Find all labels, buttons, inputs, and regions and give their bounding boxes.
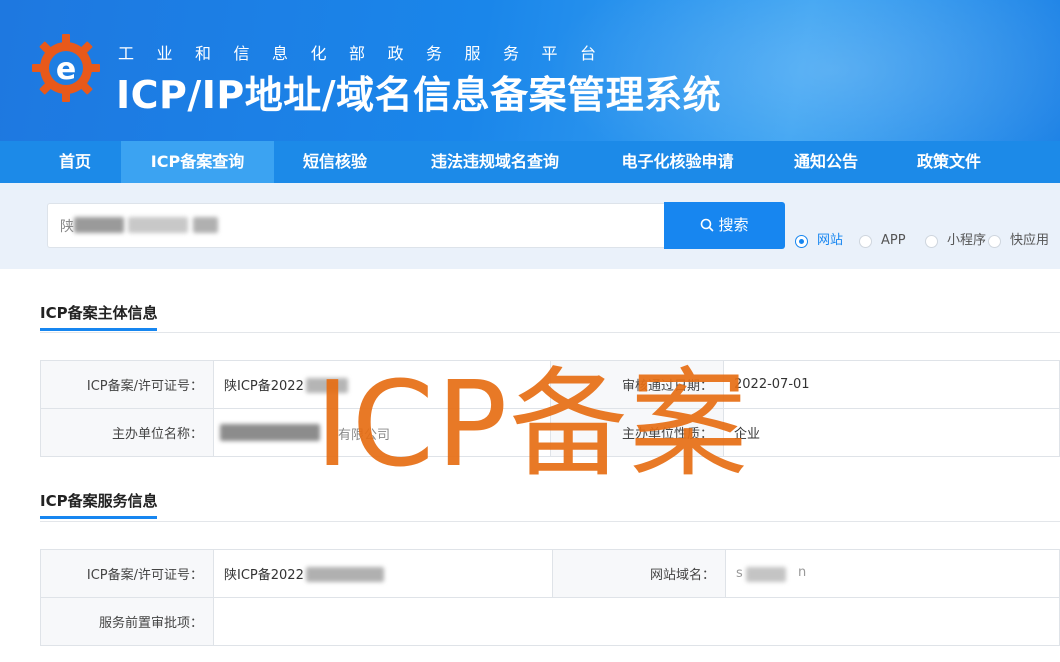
radio-dot-icon [988,235,1001,248]
radio-label: 快应用 [1010,233,1050,248]
radio-dot-icon [795,235,808,248]
search-icon [701,218,714,232]
redacted-text [306,567,384,582]
main-nav: 首页 ICP备案查询 短信核验 违法违规域名查询 电子化核验申请 通知公告 政策… [0,141,1060,183]
radio-label: APP [881,233,906,248]
redacted-text [746,567,786,582]
page-title: ICP/IP地址/域名信息备案管理系统 [116,73,722,117]
table-row: ICP备案/许可证号： 陕ICP备2022 审核通过日期： 2022-07-01 [40,360,1060,409]
section-title-service: ICP备案服务信息 [40,490,158,519]
redacted-text [128,217,188,233]
organizer-type-value: 企业 [723,408,1060,457]
header-subtitle: 工业和信息化部政务服务平台 [118,44,619,63]
service-info-table: ICP备案/许可证号： 陕ICP备2022 网站域名： s n 服务前置审批项： [40,549,1060,646]
label-cell: ICP备案/许可证号： [40,360,214,409]
subject-info-table: ICP备案/许可证号： 陕ICP备2022 审核通过日期： 2022-07-01… [40,360,1060,457]
search-button[interactable]: 搜索 [664,202,785,249]
svg-text:e: e [56,52,76,87]
site-logo-icon: e [32,34,100,102]
section-title-text: ICP备案主体信息 [40,304,158,322]
label-cell: 网站域名： [552,549,726,598]
approval-date-value: 2022-07-01 [723,360,1060,409]
section-divider [40,521,1060,522]
label-cell: 主办单位性质： [550,408,724,457]
label-cell: 主办单位名称： [40,408,214,457]
redacted-text [193,217,218,233]
section-title-underline [40,328,157,331]
approval-items-value [213,597,1060,646]
table-row: ICP备案/许可证号： 陕ICP备2022 网站域名： s n [40,549,1060,598]
section-title-underline [40,516,157,519]
radio-label: 网站 [817,233,844,248]
license-number-value: 陕ICP备2022 [224,568,304,583]
section-title-subject: ICP备案主体信息 [40,302,158,331]
value-cell: 陕ICP备2022 [213,360,551,409]
redacted-text [74,217,124,233]
license-number-value: 陕ICP备2022 [224,379,304,394]
radio-dot-icon [925,235,938,248]
nav-item-home[interactable]: 首页 [40,141,110,183]
value-cell: 有限公司 [213,408,551,457]
nav-item-e-verify-apply[interactable]: 电子化核验申请 [605,141,750,183]
table-row: 服务前置审批项： [40,597,1060,646]
label-cell: ICP备案/许可证号： [40,549,214,598]
section-divider [40,332,1060,333]
value-cell: 陕ICP备2022 [213,549,553,598]
header-banner: e 工业和信息化部政务服务平台 ICP/IP地址/域名信息备案管理系统 [0,0,1060,141]
domain-value-end: n [798,565,807,580]
table-row: 主办单位名称： 有限公司 主办单位性质： 企业 [40,408,1060,457]
section-title-text: ICP备案服务信息 [40,492,158,510]
radio-label: 小程序 [947,233,987,248]
redacted-text [220,424,320,441]
search-area: 陕 搜索 网站 APP 小程序 快应用 [0,183,1060,269]
domain-value-start: s [736,566,743,581]
search-button-label: 搜索 [718,216,749,234]
nav-item-notices[interactable]: 通知公告 [782,141,870,183]
domain-value-cell: s n [725,549,1060,598]
redacted-text [306,378,348,393]
label-cell: 服务前置审批项： [40,597,214,646]
search-input-value: 陕 [60,219,74,235]
radio-dot-icon [859,235,872,248]
company-name-value: 有限公司 [338,428,391,443]
nav-item-icp-query[interactable]: ICP备案查询 [121,141,274,183]
search-input[interactable]: 陕 [47,203,664,248]
label-cell: 审核通过日期： [550,360,724,409]
nav-item-illegal-domain-query[interactable]: 违法违规域名查询 [410,141,580,183]
nav-item-sms-verify[interactable]: 短信核验 [290,141,380,183]
nav-item-policies[interactable]: 政策文件 [905,141,993,183]
